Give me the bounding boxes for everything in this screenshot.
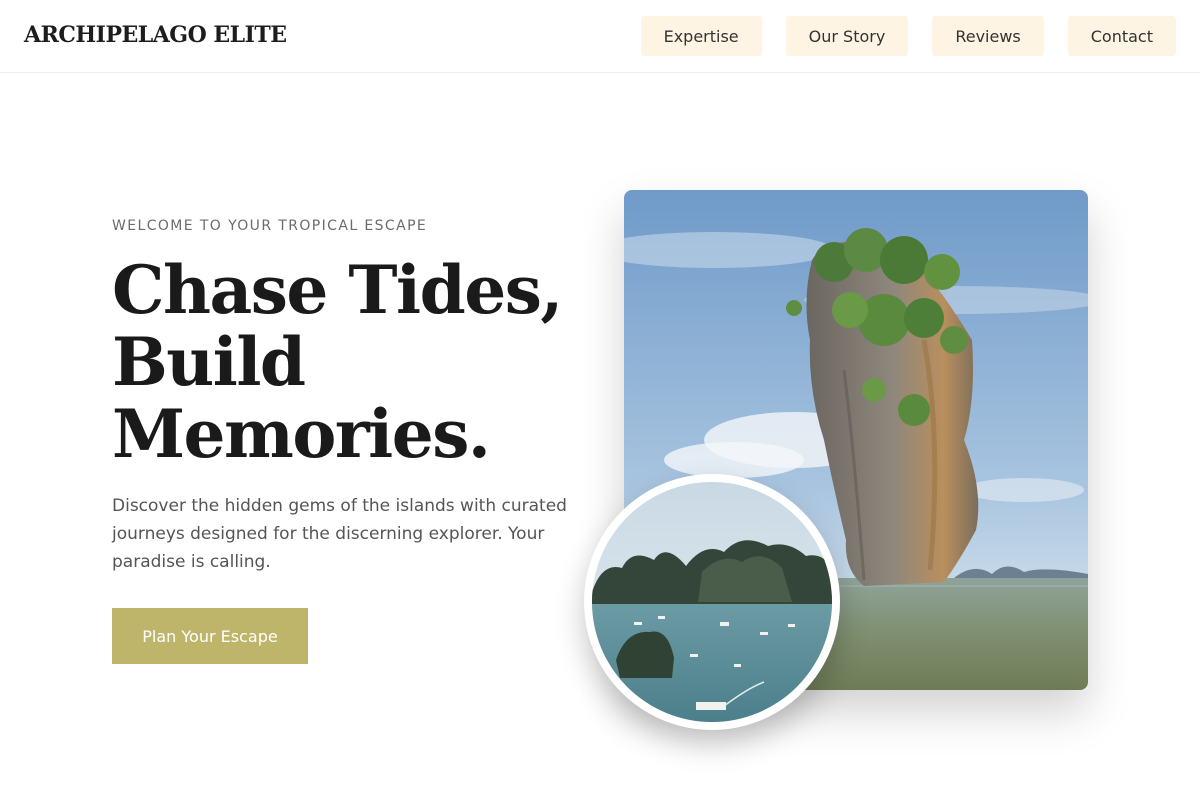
nav-expertise[interactable]: Expertise	[640, 16, 762, 56]
headline-line-1: Chase Tides,	[112, 251, 563, 329]
hero-headline: Chase Tides, Build Memories.	[112, 254, 612, 470]
hero-intro: Discover the hidden gems of the islands …	[112, 496, 567, 572]
nav-contact[interactable]: Contact	[1067, 16, 1176, 56]
nav-reviews[interactable]: Reviews	[932, 16, 1044, 56]
headline-line-3: Memories.	[112, 395, 491, 473]
nav-our-story[interactable]: Our Story	[785, 16, 909, 56]
brand-logo[interactable]: ARCHIPELAGO ELITE	[24, 22, 287, 48]
site-header: ARCHIPELAGO ELITE Expertise Our Story Re…	[0, 0, 1200, 73]
bay-boats-photo	[584, 474, 840, 730]
hero-eyebrow: WELCOME TO YOUR TROPICAL ESCAPE	[112, 218, 428, 234]
plan-escape-button[interactable]: Plan Your Escape	[112, 608, 308, 664]
headline-line-2: Build	[112, 323, 306, 401]
main-nav: Expertise Our Story Reviews Contact	[640, 16, 1176, 56]
